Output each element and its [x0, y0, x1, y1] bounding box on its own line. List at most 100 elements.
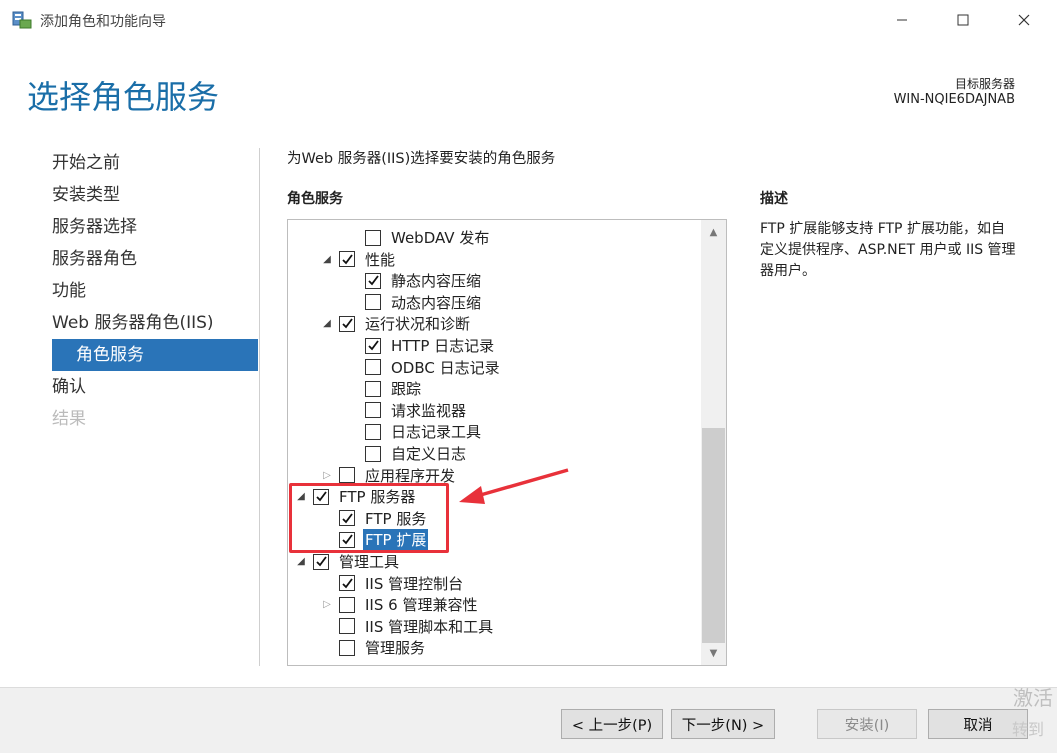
nav-divider — [259, 148, 260, 666]
tree-row[interactable]: IIS 管理脚本和工具 — [320, 616, 495, 637]
tree-row[interactable]: HTTP 日志记录 — [346, 335, 496, 356]
checkbox-checked[interactable] — [365, 272, 381, 289]
nav-step-web-server-role[interactable]: Web 服务器角色(IIS) — [0, 307, 258, 339]
expanded-triangle-icon[interactable]: ◢ — [294, 556, 308, 567]
tree-row[interactable]: WebDAV 发布 — [346, 227, 491, 248]
maximize-button[interactable] — [940, 0, 986, 40]
nav-step-before-you-begin[interactable]: 开始之前 — [0, 147, 258, 179]
expanded-triangle-icon[interactable]: ◢ — [320, 254, 334, 265]
tree-row-label[interactable]: IIS 管理脚本和工具 — [363, 616, 495, 637]
tree-row[interactable]: 静态内容压缩 — [346, 270, 483, 291]
checkbox-unchecked[interactable] — [365, 423, 381, 440]
scroll-up-icon[interactable]: ▲ — [701, 222, 726, 242]
checkbox-unchecked[interactable] — [365, 229, 381, 246]
tree-row-label[interactable]: 自定义日志 — [389, 443, 468, 464]
checkbox-checked[interactable] — [339, 315, 355, 332]
tree-row[interactable]: FTP 扩展 — [320, 529, 429, 551]
target-server-value: WIN-NQIE6DAJNAB — [893, 92, 1015, 107]
tree-row-label[interactable]: WebDAV 发布 — [389, 227, 491, 248]
checkbox-unchecked[interactable] — [365, 359, 381, 376]
tree-row-label[interactable]: HTTP 日志记录 — [389, 335, 496, 356]
tree-row-label[interactable]: FTP 服务 — [363, 508, 428, 529]
checkbox-checked[interactable] — [339, 510, 355, 527]
checkbox-unchecked[interactable] — [339, 639, 355, 656]
minimize-button[interactable] — [879, 0, 925, 40]
checkbox-checked[interactable] — [365, 337, 381, 354]
tree-row[interactable]: ◢ 性能 — [320, 249, 397, 270]
wizard-steps-nav: 开始之前 安装类型 服务器选择 服务器角色 功能 Web 服务器角色(IIS) … — [0, 147, 258, 435]
tree-row-label[interactable]: FTP 扩展 — [363, 529, 429, 551]
tree-row-label[interactable]: 性能 — [363, 249, 397, 270]
scroll-down-icon[interactable]: ▼ — [701, 643, 726, 663]
checkbox-checked[interactable] — [313, 488, 329, 505]
checkbox-unchecked[interactable] — [365, 445, 381, 462]
tree-row-label[interactable]: 日志记录工具 — [389, 421, 483, 442]
tree-row[interactable]: 管理服务 — [320, 637, 427, 658]
nav-step-confirmation[interactable]: 确认 — [0, 371, 258, 403]
expanded-triangle-icon[interactable]: ◢ — [320, 318, 334, 329]
tree-row[interactable]: 请求监视器 — [346, 400, 468, 421]
tree-row-label[interactable]: 管理工具 — [337, 551, 401, 572]
tree-row-label[interactable]: 管理服务 — [363, 637, 427, 658]
tree-row[interactable]: 动态内容压缩 — [346, 292, 483, 313]
tree-row[interactable]: 日志记录工具 — [346, 421, 483, 442]
role-services-tree[interactable]: WebDAV 发布 ◢ 性能 静态内容压缩 动态内容压缩 ◢ 运行状况和诊断 HTTP 日志记… — [287, 219, 727, 666]
tree-row[interactable]: FTP 服务 — [320, 508, 428, 529]
tree-row[interactable]: ◢ 运行状况和诊断 — [320, 313, 472, 334]
tree-row[interactable]: ODBC 日志记录 — [346, 357, 502, 378]
tree-row-label[interactable]: 应用程序开发 — [363, 465, 457, 486]
close-button[interactable] — [1001, 0, 1047, 40]
close-icon — [1018, 14, 1030, 26]
wizard-window: 添加角色和功能向导 选择角色服务 目标服务器 WIN-NQIE6DAJNAB 开… — [0, 0, 1057, 753]
tree-row-label[interactable]: 运行状况和诊断 — [363, 313, 472, 334]
checkbox-checked[interactable] — [313, 553, 329, 570]
tree-row-label[interactable]: 静态内容压缩 — [389, 270, 483, 291]
tree-scrollbar[interactable]: ▲ ▼ — [701, 220, 726, 665]
nav-step-role-services[interactable]: 角色服务 — [52, 339, 258, 371]
checkbox-checked[interactable] — [339, 531, 355, 548]
tree-row-label[interactable]: 跟踪 — [389, 378, 423, 399]
tree-row-label[interactable]: 动态内容压缩 — [389, 292, 483, 313]
tree-row-label[interactable]: ODBC 日志记录 — [389, 357, 502, 378]
tree-row[interactable]: IIS 管理控制台 — [320, 573, 465, 594]
nav-step-server-roles[interactable]: 服务器角色 — [0, 243, 258, 275]
activation-watermark: 激活 — [1013, 686, 1053, 710]
tree-row[interactable]: 跟踪 — [346, 378, 423, 399]
tree-row-label[interactable]: FTP 服务器 — [337, 486, 417, 507]
tree-row[interactable]: 自定义日志 — [346, 443, 468, 464]
nav-step-server-selection[interactable]: 服务器选择 — [0, 211, 258, 243]
description-text: FTP 扩展能够支持 FTP 扩展功能，如自定义提供程序、ASP.NET 用户或… — [760, 221, 1016, 279]
collapsed-triangle-icon[interactable]: ▷ — [320, 470, 334, 481]
scroll-thumb[interactable] — [702, 428, 725, 643]
role-services-heading: 角色服务 — [287, 191, 343, 207]
expanded-triangle-icon[interactable]: ◢ — [294, 491, 308, 502]
tree-row[interactable]: ◢ 管理工具 — [294, 551, 401, 572]
checkbox-unchecked[interactable] — [339, 618, 355, 635]
checkbox-unchecked[interactable] — [365, 402, 381, 419]
checkbox-unchecked[interactable] — [365, 294, 381, 311]
annotation-arrow-icon — [459, 468, 569, 504]
page-title: 选择角色服务 — [27, 78, 220, 116]
target-server-label: 目标服务器 — [954, 77, 1015, 91]
tree-row-label[interactable]: 请求监视器 — [389, 400, 468, 421]
activation-watermark-sub: 转到 — [1012, 720, 1045, 739]
next-button[interactable]: 下一步(N) > — [671, 709, 775, 739]
checkbox-unchecked[interactable] — [339, 596, 355, 613]
checkbox-unchecked[interactable] — [365, 380, 381, 397]
tree-row[interactable]: ▷ IIS 6 管理兼容性 — [320, 594, 479, 615]
tree-row-label[interactable]: IIS 管理控制台 — [363, 573, 465, 594]
checkbox-checked[interactable] — [339, 251, 355, 268]
nav-step-features[interactable]: 功能 — [0, 275, 258, 307]
collapsed-triangle-icon[interactable]: ▷ — [320, 599, 334, 610]
window-title: 添加角色和功能向导 — [40, 14, 166, 30]
previous-button[interactable]: < 上一步(P) — [561, 709, 663, 739]
server-manager-icon — [12, 11, 32, 29]
nav-step-installation-type[interactable]: 安装类型 — [0, 179, 258, 211]
checkbox-checked[interactable] — [339, 575, 355, 592]
nav-step-results: 结果 — [52, 409, 86, 429]
tree-row[interactable]: ◢ FTP 服务器 — [294, 486, 417, 507]
minimize-icon — [897, 19, 907, 21]
checkbox-unchecked[interactable] — [339, 467, 355, 484]
tree-row[interactable]: ▷ 应用程序开发 — [320, 465, 457, 486]
tree-row-label[interactable]: IIS 6 管理兼容性 — [363, 594, 479, 615]
